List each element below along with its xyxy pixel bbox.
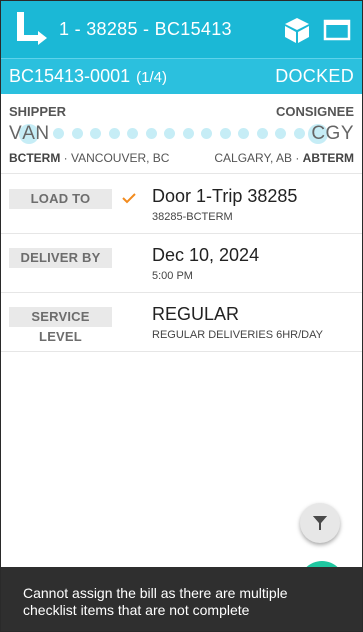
route-dot xyxy=(182,128,194,139)
checkmark-icon xyxy=(122,193,136,204)
shipper-label: SHIPPER xyxy=(9,104,67,119)
destination-code-prefix: CG xyxy=(311,123,341,144)
bill-status: DOCKED xyxy=(275,66,354,86)
trip-title: 1 - 38285 - BC15413 xyxy=(59,19,232,39)
destination-city: CALGARY, AB xyxy=(214,151,292,165)
bill-id: BC15413-0001 xyxy=(9,66,131,86)
bill-status-bar: BC15413-0001 (1/4) DOCKED xyxy=(1,58,362,94)
detail-label: SERVICE LEVEL xyxy=(9,307,112,344)
detail-label: LOAD TO xyxy=(9,189,112,209)
origin-code-suffix: AN xyxy=(22,123,50,144)
destination-code: CGY xyxy=(311,123,354,145)
detail-subvalue: 5:00 PM xyxy=(152,270,193,282)
origin-terminal: BCTERM xyxy=(9,151,61,165)
bill-count: (1/4) xyxy=(136,69,167,86)
destination-terminal-info: CALGARY, AB · ABTERM xyxy=(214,151,354,165)
detail-value: Door 1-Trip 38285 xyxy=(152,186,298,206)
route-dot xyxy=(164,128,175,139)
route-progress-dots xyxy=(53,128,323,140)
route-section: SHIPPER CONSIGNEE VAN CGY BCTERM · VANCO… xyxy=(1,94,362,174)
route-dot xyxy=(108,128,120,139)
detail-value: REGULAR xyxy=(152,304,240,324)
origin-code-prefix: V xyxy=(9,123,23,144)
app-header: 1 - 38285 - BC15413 xyxy=(1,1,362,58)
destination-separator: · xyxy=(295,151,300,165)
origin-terminal-info: BCTERM · VANCOUVER, BC xyxy=(9,151,169,165)
destination-terminal: ABTERM xyxy=(302,151,354,165)
route-dot xyxy=(256,128,268,139)
error-toast: Cannot assign the bill as there are mult… xyxy=(1,567,362,631)
window-icon[interactable] xyxy=(322,15,352,45)
route-dot xyxy=(293,128,305,139)
toast-message: Cannot assign the bill as there are mult… xyxy=(23,585,288,618)
origin-city: VANCOUVER, BC xyxy=(71,151,170,165)
destination-code-suffix: Y xyxy=(340,123,354,144)
route-dot xyxy=(71,128,83,139)
package-icon[interactable] xyxy=(282,15,312,45)
detail-value: Dec 10, 2024 xyxy=(152,245,260,265)
detail-label: DELIVER BY xyxy=(9,248,112,268)
filter-funnel-icon xyxy=(313,516,327,530)
route-dot xyxy=(201,128,212,139)
route-dot xyxy=(275,128,286,139)
detail-row-deliver-by[interactable]: DELIVER BY Dec 10, 2024 5:00 PM xyxy=(1,234,362,293)
route-dot xyxy=(53,128,64,139)
origin-code: VAN xyxy=(9,123,50,145)
bill-info[interactable]: BC15413-0001 (1/4) xyxy=(9,66,167,87)
app-logo-icon[interactable] xyxy=(11,8,55,52)
route-dot xyxy=(238,128,249,139)
route-dot xyxy=(127,128,138,139)
detail-row-service-level[interactable]: SERVICE LEVEL REGULAR REGULAR DELIVERIES… xyxy=(1,293,362,352)
detail-subvalue: 38285-BCTERM xyxy=(152,211,233,223)
origin-separator: · xyxy=(63,151,68,165)
route-dot xyxy=(219,128,231,139)
route-dot xyxy=(145,128,157,139)
detail-subvalue: REGULAR DELIVERIES 6HR/DAY xyxy=(152,329,323,341)
consignee-label: CONSIGNEE xyxy=(275,104,354,119)
filter-button[interactable] xyxy=(300,503,340,543)
detail-row-load-to[interactable]: LOAD TO Door 1-Trip 38285 38285-BCTERM xyxy=(1,175,362,234)
route-dot xyxy=(90,128,101,139)
